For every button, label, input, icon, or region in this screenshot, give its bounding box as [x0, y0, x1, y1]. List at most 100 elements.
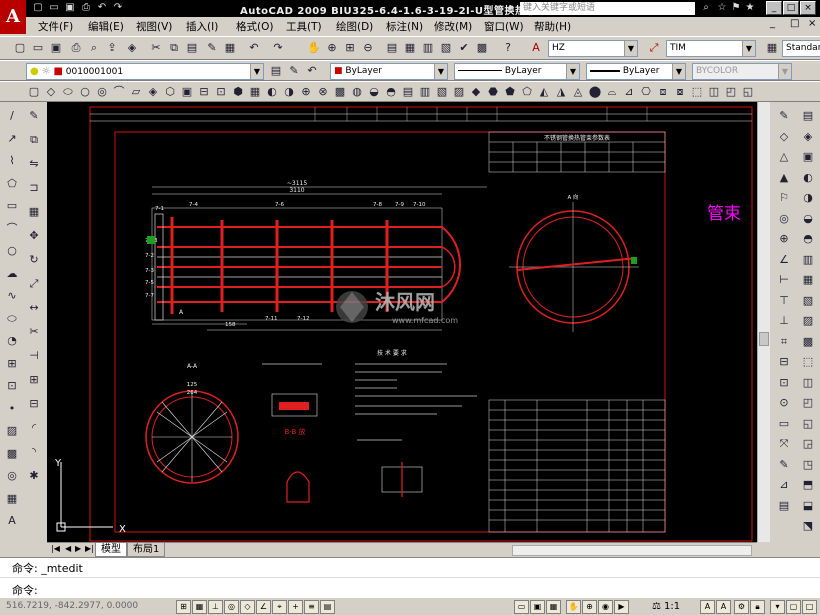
design-center-icon[interactable]: ▦: [402, 40, 418, 56]
horizontal-scrollbar[interactable]: [512, 545, 752, 556]
dim-diameter-icon[interactable]: ⊕: [776, 231, 792, 247]
move-icon[interactable]: ✥: [26, 228, 42, 244]
doc-minimize-icon[interactable]: _: [770, 18, 775, 29]
tool-palettes-icon[interactable]: ▥: [420, 40, 436, 56]
fillet-icon[interactable]: ◝: [26, 444, 42, 460]
status-tray-icon[interactable]: ▾: [770, 600, 785, 614]
line-icon[interactable]: /: [4, 108, 20, 124]
menu-dimension[interactable]: 标注(N): [386, 19, 423, 34]
menu-window[interactable]: 窗口(W): [484, 19, 524, 34]
qnew-icon[interactable]: ▢: [12, 40, 28, 56]
search-icon[interactable]: ⌕: [700, 2, 712, 14]
open-icon[interactable]: ▭: [30, 40, 46, 56]
annotation-visibility-icon[interactable]: A: [700, 600, 715, 614]
make-current-icon[interactable]: ✎: [286, 63, 302, 79]
text-style-icon[interactable]: A: [528, 40, 544, 56]
text-style-select[interactable]: HZ ▼: [548, 40, 638, 57]
layer-unlock-icon[interactable]: ◓: [800, 231, 816, 247]
lineweight-select[interactable]: ByLayer ▼: [586, 63, 686, 80]
grid-icon[interactable]: ▦: [192, 600, 207, 614]
scale-icon[interactable]: ⤢: [26, 276, 42, 292]
3d-tool-28-icon[interactable]: ⬣: [485, 84, 501, 100]
ducs-icon[interactable]: ⌖: [272, 600, 287, 614]
continue-icon[interactable]: ⊥: [776, 313, 792, 329]
extend-icon[interactable]: ⊣: [26, 348, 42, 364]
publish-icon[interactable]: ⇪: [104, 40, 120, 56]
spline-icon[interactable]: ∿: [4, 288, 20, 304]
3d-tool-10-icon[interactable]: ▣: [179, 84, 195, 100]
3d-tool-16-icon[interactable]: ◑: [281, 84, 297, 100]
undo-icon[interactable]: ↶: [96, 2, 108, 14]
3d-tool-40-icon[interactable]: ⬚: [689, 84, 705, 100]
doc-restore-icon[interactable]: □: [790, 18, 799, 29]
dim-linear-icon[interactable]: ✎: [776, 108, 792, 124]
dim-style-icon[interactable]: ⤢: [646, 40, 662, 56]
dim-aligned-icon[interactable]: ◇: [776, 129, 792, 145]
dim-break-icon[interactable]: ⊟: [776, 354, 792, 370]
model-space-icon[interactable]: ▭: [514, 600, 529, 614]
layer-merge-icon[interactable]: ▨: [800, 313, 816, 329]
3d-tool-19-icon[interactable]: ▩: [332, 84, 348, 100]
subscription-icon[interactable]: ☆: [716, 2, 728, 14]
menu-view[interactable]: 视图(V): [136, 19, 172, 34]
3d-tool-27-icon[interactable]: ◆: [468, 84, 484, 100]
3d-tool-29-icon[interactable]: ⬟: [502, 84, 518, 100]
layer-vp-icon[interactable]: ◰: [800, 395, 816, 411]
arc-icon[interactable]: ⌒: [4, 221, 20, 237]
dim-style-select[interactable]: TIM ▼: [666, 40, 756, 57]
mtext-icon[interactable]: A: [4, 513, 20, 529]
break-icon[interactable]: ⊞: [26, 372, 42, 388]
table-style-select[interactable]: Standar: [782, 40, 820, 57]
3d-tool-21-icon[interactable]: ◒: [366, 84, 382, 100]
menu-help[interactable]: 帮助(H): [534, 19, 571, 34]
lwt-icon[interactable]: ≡: [304, 600, 319, 614]
menu-edit[interactable]: 编辑(E): [88, 19, 124, 34]
open-file-icon[interactable]: ▭: [48, 2, 60, 14]
snap-icon[interactable]: ⊞: [176, 600, 191, 614]
quick-view-layouts-icon[interactable]: ▣: [530, 600, 545, 614]
3d-tool-31-icon[interactable]: ◭: [536, 84, 552, 100]
vertical-scrollbar[interactable]: [757, 102, 770, 542]
gradient-icon[interactable]: ▩: [4, 446, 20, 462]
command-window[interactable]: 命令: _mtedit 命令:: [0, 557, 820, 597]
pline-icon[interactable]: ⌇: [4, 153, 20, 169]
3d-tool-8-icon[interactable]: ◈: [145, 84, 161, 100]
color-select[interactable]: ■ ByLayer ▼: [330, 63, 448, 80]
workspace-switch-icon[interactable]: ⚙: [734, 600, 749, 614]
menu-tools[interactable]: 工具(T): [286, 19, 322, 34]
chamfer-icon[interactable]: ◜: [26, 420, 42, 436]
3d-tool-7-icon[interactable]: ▱: [128, 84, 144, 100]
3d-tool-26-icon[interactable]: ▨: [451, 84, 467, 100]
3d-tool-9-icon[interactable]: ⬡: [162, 84, 178, 100]
sheet-set-icon[interactable]: ▧: [438, 40, 454, 56]
zoom-window-icon[interactable]: ⊞: [342, 40, 358, 56]
menu-file[interactable]: 文件(F): [38, 19, 73, 34]
help-icon[interactable]: ?: [500, 40, 516, 56]
auto-scale-icon[interactable]: A: [716, 600, 731, 614]
quickcalc-icon[interactable]: ▩: [474, 40, 490, 56]
save-toolbar-icon[interactable]: ▣: [48, 40, 64, 56]
polar-icon[interactable]: ◎: [224, 600, 239, 614]
ellipse-icon[interactable]: ⬭: [4, 311, 20, 327]
xline-icon[interactable]: ↗: [4, 131, 20, 147]
drawing-canvas[interactable]: 不锈钢管换热管束参数表 ~3115 3110 7-1 7-4 7-6 7-8 7…: [47, 102, 770, 542]
tab-last-icon[interactable]: ▶|: [85, 544, 94, 553]
layer-tools-icon[interactable]: ⬔: [800, 518, 816, 534]
undo-toolbar-icon[interactable]: ↶: [246, 40, 262, 56]
layer-properties-icon[interactable]: ▤: [268, 63, 284, 79]
layer-match-icon[interactable]: ▥: [800, 252, 816, 268]
workspace-arrow-icon[interactable]: ▸: [506, 2, 518, 14]
inspection-icon[interactable]: ▭: [776, 416, 792, 432]
match-properties-icon[interactable]: ✎: [204, 40, 220, 56]
3d-tool-32-icon[interactable]: ◮: [553, 84, 569, 100]
dim-jogged-icon[interactable]: ◎: [776, 211, 792, 227]
stretch-icon[interactable]: ↔: [26, 300, 42, 316]
plot-icon[interactable]: ⎙: [68, 40, 84, 56]
3d-tool-33-icon[interactable]: ◬: [570, 84, 586, 100]
copy-obj-icon[interactable]: ⧉: [26, 132, 42, 148]
3d-dwf-icon[interactable]: ◈: [124, 40, 140, 56]
erase-icon[interactable]: ✎: [26, 108, 42, 124]
layer-props-icon[interactable]: ⬓: [800, 498, 816, 514]
explode-icon[interactable]: ✱: [26, 468, 42, 484]
tab-next-icon[interactable]: ▶: [75, 544, 81, 553]
